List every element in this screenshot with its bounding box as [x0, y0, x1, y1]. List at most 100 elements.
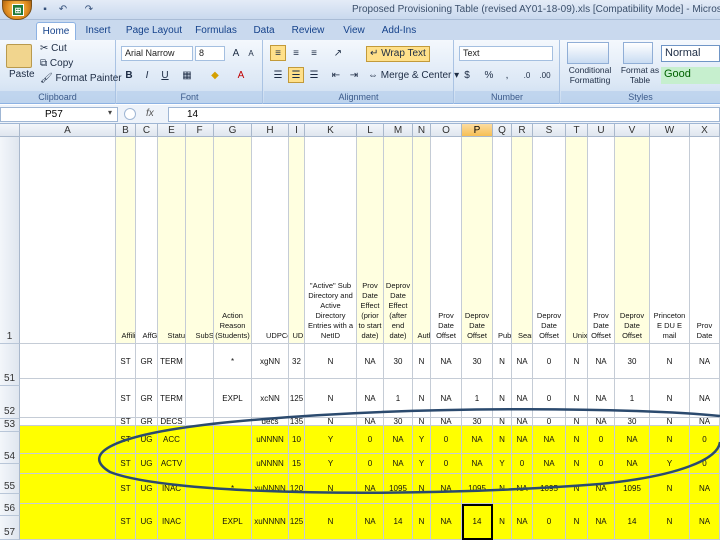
cell-x-54[interactable]: 0 [690, 426, 720, 454]
cell-b-54[interactable]: ST [116, 426, 136, 454]
cell-l-55[interactable]: 0 [357, 454, 384, 474]
cell-b-53[interactable]: ST [116, 418, 136, 426]
cell-r-51[interactable]: NA [512, 344, 533, 379]
cell-m-54[interactable]: NA [384, 426, 413, 454]
cell-e-57[interactable]: INAC [158, 504, 186, 540]
header-cell-s[interactable]: Deprov Date Offset [533, 137, 566, 344]
cell-o-53[interactable]: NA [431, 418, 462, 426]
header-cell-c[interactable]: AffGroup [136, 137, 158, 344]
format-as-table-button[interactable]: Format as Table [619, 65, 661, 85]
cell-o-57[interactable]: NA [431, 504, 462, 540]
fx-icon[interactable]: fx [146, 108, 154, 119]
cell-o-54[interactable]: 0 [431, 426, 462, 454]
cell-r-52[interactable]: NA [512, 379, 533, 418]
cell-x-53[interactable]: NA [690, 418, 720, 426]
column-header-k[interactable]: K [305, 124, 357, 137]
column-header-u[interactable]: U [588, 124, 615, 137]
column-header-a[interactable]: A [20, 124, 116, 137]
column-header-b[interactable]: B [116, 124, 136, 137]
cell-l-51[interactable]: NA [357, 344, 384, 379]
cell-l-57[interactable]: NA [357, 504, 384, 540]
column-header-s[interactable]: S [533, 124, 566, 137]
cell-l-52[interactable]: NA [357, 379, 384, 418]
cell-s-57[interactable]: 0 [533, 504, 566, 540]
cell-q-52[interactable]: N [493, 379, 512, 418]
cell-n-51[interactable]: N [413, 344, 431, 379]
cell-r-53[interactable]: NA [512, 418, 533, 426]
borders-icon[interactable]: ▦ [179, 67, 195, 83]
font-size-select[interactable]: 8 [195, 46, 225, 61]
tab-insert[interactable]: Insert [78, 22, 118, 40]
cell-w-52[interactable]: N [650, 379, 690, 418]
column-header-p[interactable]: P [462, 124, 493, 137]
header-cell-i[interactable]: UDPPriority [289, 137, 305, 344]
cell-q-54[interactable]: N [493, 426, 512, 454]
cell-w-53[interactable]: N [650, 418, 690, 426]
cell-f-56[interactable] [186, 474, 214, 504]
cell-v-57[interactable]: 14 [615, 504, 650, 540]
column-header-r[interactable]: R [512, 124, 533, 137]
cell-g-52[interactable]: EXPL [214, 379, 252, 418]
cell-k-51[interactable]: N [305, 344, 357, 379]
header-cell-t[interactable]: UnixAcct [566, 137, 588, 344]
bold-button[interactable]: B [121, 67, 137, 83]
cell-c-54[interactable]: UG [136, 426, 158, 454]
style-good[interactable]: Good [661, 67, 720, 84]
percent-button[interactable]: % [481, 67, 497, 83]
column-header-w[interactable]: W [650, 124, 690, 137]
cell-h-55[interactable]: uNNNN [252, 454, 289, 474]
cell-g-54[interactable] [214, 426, 252, 454]
column-header-h[interactable]: H [252, 124, 289, 137]
cell-w-57[interactable]: N [650, 504, 690, 540]
header-cell-m[interactable]: Deprov Date Effect (after end date) [384, 137, 413, 344]
cell-a-55[interactable] [20, 454, 116, 474]
style-normal[interactable]: Normal [661, 45, 720, 62]
font-name-select[interactable]: Arial Narrow [121, 46, 193, 61]
cell-u-55[interactable]: 0 [588, 454, 615, 474]
cell-i-55[interactable]: 15 [289, 454, 305, 474]
row-header-57[interactable]: 57 [0, 516, 20, 540]
cell-m-56[interactable]: 1095 [384, 474, 413, 504]
currency-button[interactable]: $ [459, 67, 475, 83]
cell-q-56[interactable]: N [493, 474, 512, 504]
cell-o-55[interactable]: 0 [431, 454, 462, 474]
cell-w-56[interactable]: N [650, 474, 690, 504]
cell-x-51[interactable]: NA [690, 344, 720, 379]
cell-u-51[interactable]: NA [588, 344, 615, 379]
column-header-x[interactable]: X [690, 124, 720, 137]
cell-w-55[interactable]: Y [650, 454, 690, 474]
align-center-icon[interactable]: ☰ [288, 67, 304, 83]
number-format-select[interactable]: Text [459, 46, 553, 61]
increase-decimal-icon[interactable]: .0 [519, 67, 535, 83]
column-header-o[interactable]: O [431, 124, 462, 137]
cell-f-54[interactable] [186, 426, 214, 454]
cell-f-55[interactable] [186, 454, 214, 474]
cell-i-51[interactable]: 32 [289, 344, 305, 379]
header-cell-o[interactable]: Prov Date Offset [431, 137, 462, 344]
cell-v-55[interactable]: NA [615, 454, 650, 474]
cell-e-55[interactable]: ACTV [158, 454, 186, 474]
cell-q-53[interactable]: N [493, 418, 512, 426]
expand-formula-icon[interactable] [124, 108, 136, 120]
increase-indent-icon[interactable]: ⇥ [346, 67, 362, 83]
cell-t-51[interactable]: N [566, 344, 588, 379]
cell-l-56[interactable]: NA [357, 474, 384, 504]
font-color-icon[interactable]: A [233, 67, 249, 83]
conditional-formatting-icon[interactable] [567, 42, 609, 64]
cell-n-56[interactable]: N [413, 474, 431, 504]
header-cell-e[interactable]: StatusCode [158, 137, 186, 344]
cell-c-57[interactable]: UG [136, 504, 158, 540]
cell-s-52[interactable]: 0 [533, 379, 566, 418]
header-cell-f[interactable]: SubStatusCode [186, 137, 214, 344]
cell-t-52[interactable]: N [566, 379, 588, 418]
cell-p-54[interactable]: NA [462, 426, 493, 454]
row-header-55[interactable]: 55 [0, 464, 20, 494]
header-cell-w[interactable]: Princeton E DU E mail [650, 137, 690, 344]
cell-q-51[interactable]: N [493, 344, 512, 379]
header-cell-h[interactable]: UDPCode [252, 137, 289, 344]
cell-a-57[interactable] [20, 504, 116, 540]
header-cell-b[interactable]: Affiliation [116, 137, 136, 344]
conditional-formatting-button[interactable]: Conditional Formatting [563, 65, 617, 85]
cell-m-52[interactable]: 1 [384, 379, 413, 418]
cell-h-51[interactable]: xgNN [252, 344, 289, 379]
